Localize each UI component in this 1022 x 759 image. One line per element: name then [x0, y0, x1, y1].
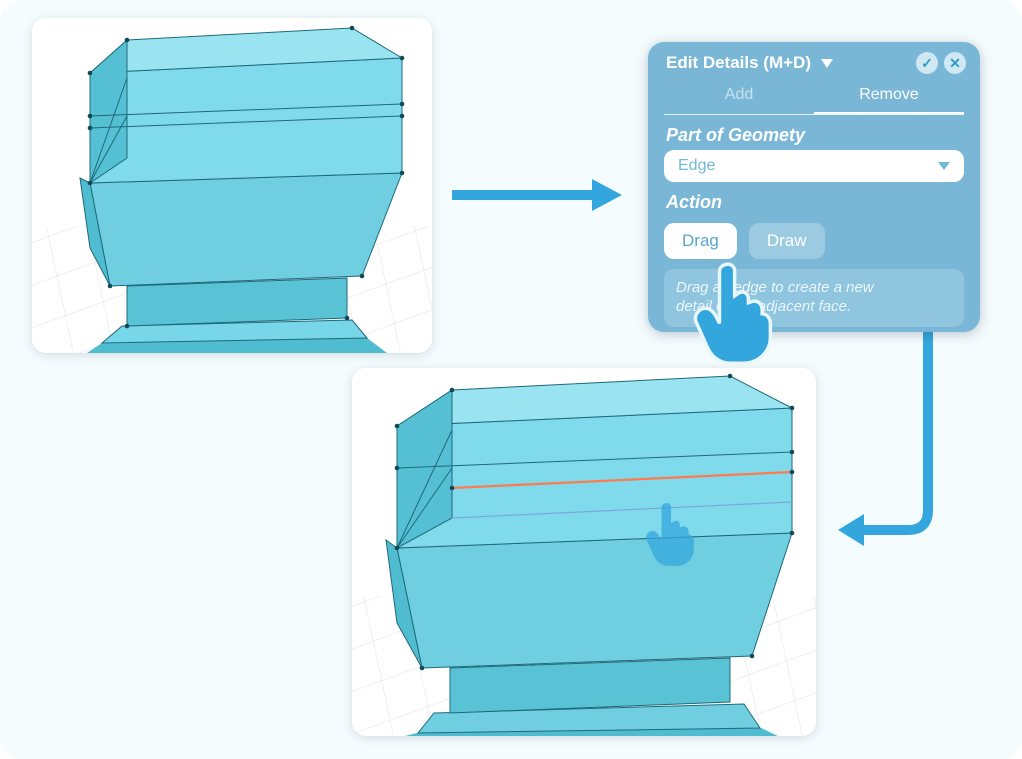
- tab-add[interactable]: Add: [664, 80, 814, 114]
- panel-header[interactable]: Edit Details (M+D) ✓ ✕: [648, 42, 980, 80]
- viewport-before: [32, 18, 432, 353]
- tutorial-canvas: Edit Details (M+D) ✓ ✕ Add Remove Part o…: [0, 0, 1022, 759]
- click-cursor-icon: [688, 256, 784, 366]
- panel-title: Edit Details (M+D): [666, 53, 811, 73]
- drag-cursor-icon: [642, 496, 702, 566]
- tab-remove[interactable]: Remove: [814, 80, 964, 114]
- confirm-icon[interactable]: ✓: [916, 52, 938, 74]
- viewport-after: [352, 368, 816, 736]
- panel-tabs: Add Remove: [664, 80, 964, 115]
- mesh-before: [32, 18, 432, 353]
- geometry-dropdown[interactable]: Edge: [664, 150, 964, 182]
- action-label: Action: [648, 182, 980, 217]
- draw-button[interactable]: Draw: [749, 223, 825, 259]
- flow-arrow-1: [452, 175, 622, 220]
- geometry-label: Part of Geomety: [648, 115, 980, 150]
- chevron-down-icon: [938, 162, 950, 170]
- collapse-caret-icon[interactable]: [821, 59, 833, 68]
- drag-button[interactable]: Drag: [664, 223, 737, 259]
- mesh-after: [352, 368, 816, 736]
- flow-arrow-2: [838, 330, 958, 565]
- close-icon[interactable]: ✕: [944, 52, 966, 74]
- geometry-value: Edge: [678, 157, 715, 175]
